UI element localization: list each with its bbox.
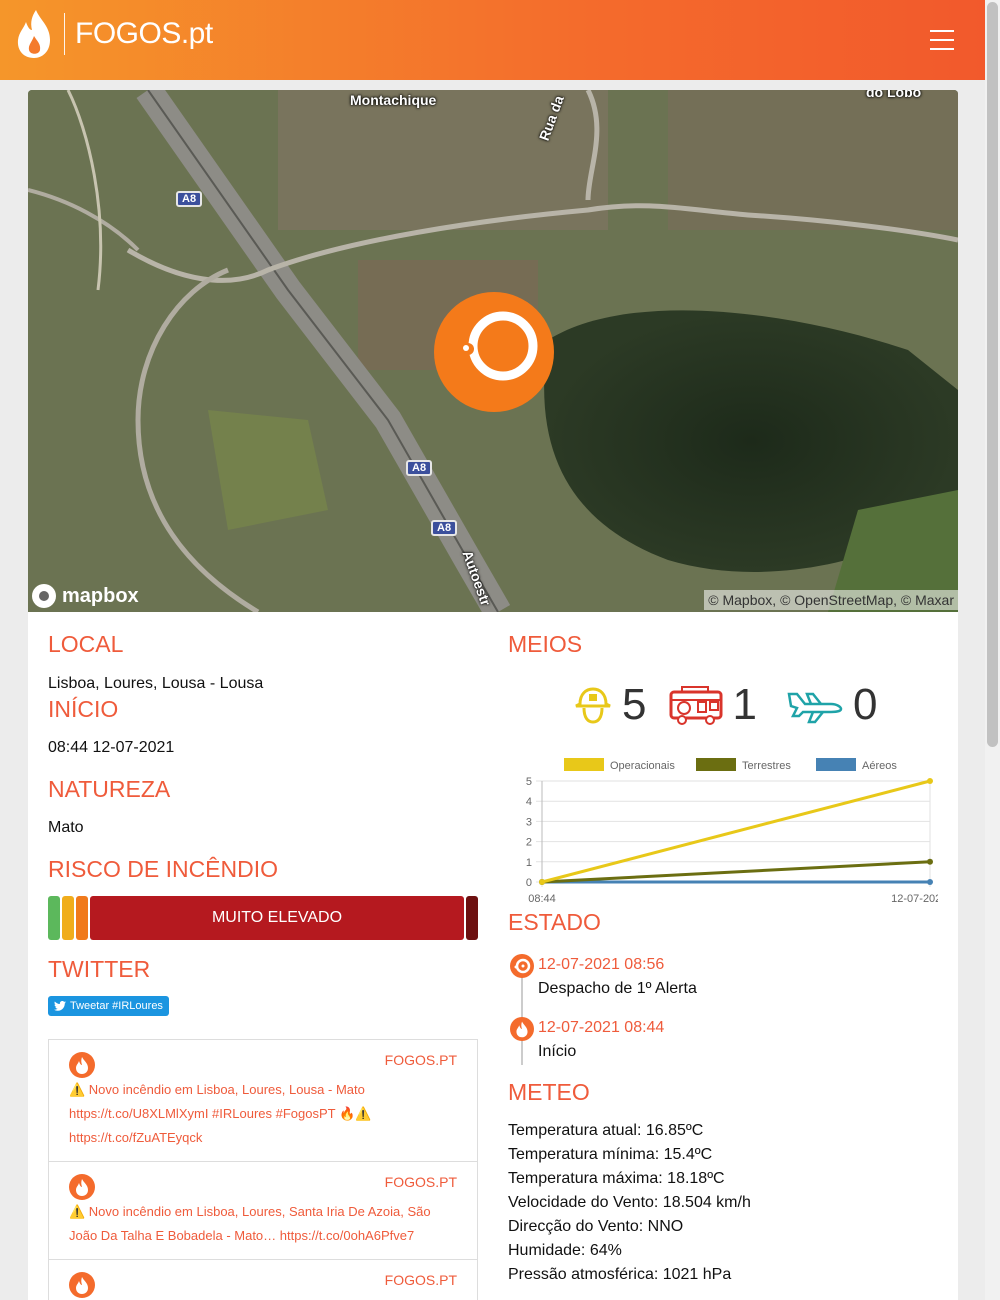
meteo-wind-direction: Direcção do Vento: NNO — [508, 1218, 684, 1235]
hamburger-icon[interactable] — [930, 30, 954, 50]
risk-segment-low — [48, 896, 60, 940]
meteo-temp-min: Temperatura mínima: 15.4ºC — [508, 1146, 713, 1163]
flame-logo-icon — [17, 10, 50, 58]
timeline-event: Início — [538, 1043, 577, 1060]
chart-legend-swatch — [696, 758, 736, 771]
meios-heading: MEIOS — [508, 631, 583, 657]
tweet-source[interactable]: FOGOS.PT — [385, 1272, 457, 1288]
tweet-text[interactable]: ⚠️ Novo incêndio em Lisboa, Loures, Sant… — [69, 1200, 459, 1248]
risk-segment-high — [76, 896, 88, 940]
meteo-wind-speed: Velocidade do Vento: 18.504 km/h — [508, 1194, 751, 1211]
risk-segment-max — [466, 896, 478, 940]
chart-y-tick-label: 4 — [526, 796, 532, 808]
chart-y-tick-label: 0 — [526, 877, 532, 889]
inicio-heading: INÍCIO — [48, 696, 119, 722]
tweet-source[interactable]: FOGOS.PT — [385, 1052, 457, 1068]
chart-series-line — [541, 779, 931, 884]
meteo-heading: METEO — [508, 1079, 590, 1105]
risk-segment-moderate — [62, 896, 74, 940]
tweet-button-label: Tweetar #IRLoures — [70, 1000, 163, 1012]
road-shield-a8: A8 — [406, 460, 433, 476]
tweet-item[interactable]: FOGOS.PT ⚠️ Novo incêndio em Lisboa, Lou… — [49, 1040, 477, 1162]
timeline-flame-icon — [510, 1017, 534, 1041]
mapbox-wordmark: mapbox — [62, 584, 139, 607]
tweet-item[interactable]: FOGOS.PT — [49, 1260, 477, 1300]
fogos-flame-icon — [69, 1272, 95, 1298]
meteo-temp-atual: Temperatura atual: 16.85ºC — [508, 1122, 704, 1139]
twitter-bird-icon — [54, 1001, 66, 1011]
mapbox-icon — [32, 584, 56, 608]
road-shield-a8: A8 — [176, 191, 203, 207]
map-terrain — [28, 90, 958, 612]
risco-heading: RISCO DE INCÊNDIO — [48, 856, 279, 882]
timeline-event: Despacho de 1º Alerta — [538, 980, 697, 997]
fire-truck-icon — [669, 686, 723, 725]
aereos-count: 0 — [852, 680, 878, 729]
chart-x-tick-label: 12-07-2021 08:56 — [891, 893, 938, 905]
chart-data-point — [927, 879, 933, 885]
tweet-feed: FOGOS.PT ⚠️ Novo incêndio em Lisboa, Lou… — [48, 1039, 478, 1300]
fogos-flame-icon — [69, 1174, 95, 1200]
timeline-dispatch-icon — [510, 954, 534, 978]
brand-logo[interactable]: FOGOS.pt — [14, 8, 213, 60]
timeline-line — [521, 965, 523, 1065]
firefighter-icon — [575, 687, 611, 724]
chart-legend-swatch — [564, 758, 604, 771]
fire-detail-card: Montachique Rua da do Lobo Autoestr A8 A… — [28, 90, 958, 1300]
brand-name: FOGOS.pt — [75, 17, 213, 50]
chart-data-point — [927, 778, 933, 784]
chart-x-tick-label: 08:44 — [528, 893, 556, 905]
page-scrollbar[interactable] — [985, 0, 1000, 1300]
chart-legend-label: Aéreos — [862, 760, 897, 772]
meteo-pressure: Pressão atmosférica: 1021 hPa — [508, 1266, 732, 1283]
local-value: Lisboa, Loures, Lousa - Lousa — [48, 675, 264, 692]
top-header: FOGOS.pt — [0, 0, 985, 80]
meios-line-chart[interactable]: 0 1 2 3 4 5 08:44 12-07-2021 08:56 Operacionais T… — [508, 750, 938, 910]
tweet-source[interactable]: FOGOS.PT — [385, 1174, 457, 1190]
chart-data-point — [539, 879, 545, 885]
chart-legend-swatch — [816, 758, 856, 771]
logo-divider — [64, 13, 65, 55]
natureza-value: Mato — [48, 819, 84, 836]
map-attribution[interactable]: © Mapbox, © OpenStreetMap, © Maxar — [704, 590, 958, 610]
map-label-lobo: do Lobo — [866, 90, 922, 100]
scrollbar-thumb[interactable] — [987, 2, 998, 747]
terrestres-count: 1 — [732, 680, 757, 729]
fogos-flame-icon — [69, 1052, 95, 1078]
chart-y-tick-label: 3 — [526, 816, 532, 828]
inicio-value: 08:44 12-07-2021 — [48, 739, 175, 756]
chart-series-line — [541, 860, 931, 884]
meios-counts: 5 1 0 — [572, 680, 877, 730]
local-heading: LOCAL — [48, 631, 124, 657]
satellite-map[interactable]: Montachique Rua da do Lobo Autoestr A8 A… — [28, 90, 958, 612]
twitter-heading: TWITTER — [48, 956, 151, 982]
risk-scale: MUITO ELEVADO — [48, 896, 478, 940]
chart-y-tick-label: 2 — [526, 837, 532, 849]
chart-legend-label: Operacionais — [610, 760, 675, 772]
meteo-temp-max: Temperatura máxima: 18.18ºC — [508, 1170, 725, 1187]
chart-y-tick-label: 5 — [526, 776, 532, 788]
map-label-montachique: Montachique — [350, 92, 437, 108]
chart-legend-label: Terrestres — [742, 760, 791, 772]
timeline-date: 12-07-2021 08:56 — [538, 956, 665, 973]
natureza-heading: NATUREZA — [48, 776, 171, 802]
meteo-humidity: Humidade: 64% — [508, 1242, 622, 1259]
chart-y-tick-label: 1 — [526, 857, 532, 869]
tweet-text[interactable]: ⚠️ Novo incêndio em Lisboa, Loures, Lous… — [69, 1078, 459, 1150]
operacionais-count: 5 — [622, 680, 647, 729]
tweet-button[interactable]: Tweetar #IRLoures — [48, 996, 169, 1016]
airplane-icon — [787, 692, 843, 724]
mapbox-logo[interactable]: mapbox — [32, 584, 139, 608]
estado-heading: ESTADO — [508, 909, 601, 935]
risk-level-badge: MUITO ELEVADO — [90, 896, 464, 940]
timeline-date: 12-07-2021 08:44 — [538, 1019, 665, 1036]
tweet-item[interactable]: FOGOS.PT ⚠️ Novo incêndio em Lisboa, Lou… — [49, 1162, 477, 1260]
road-shield-a8: A8 — [431, 520, 458, 536]
chart-data-point — [927, 858, 933, 865]
